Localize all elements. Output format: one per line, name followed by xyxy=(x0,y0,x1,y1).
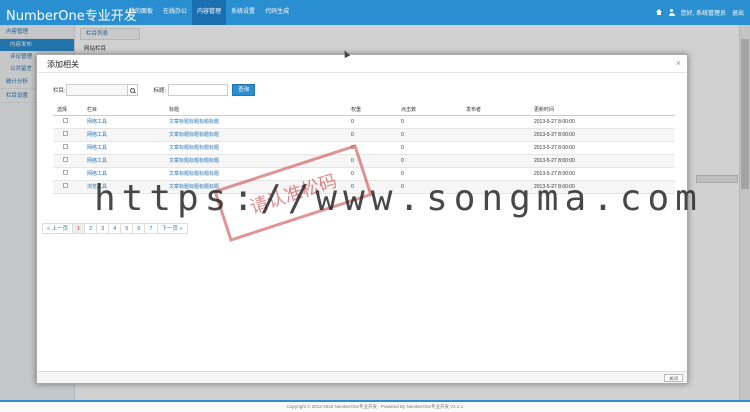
row-weight: 0 xyxy=(351,118,354,125)
row-updated-cell: 2013-5-27 8:00:00 xyxy=(530,141,675,155)
row-publisher-cell xyxy=(462,141,530,155)
nav-content-management[interactable]: 内容管理 xyxy=(192,0,227,25)
dialog-title: 添加相关 xyxy=(47,60,79,69)
row-title-link[interactable]: 文章标题标题标题标题 xyxy=(169,145,219,151)
pager-prev[interactable]: « 上一页 xyxy=(42,223,74,234)
table-row[interactable]: 网络工具 文章标题标题标题标题 0 0 2013-5-27 8:00:00 xyxy=(53,141,675,155)
nav-my-panel[interactable]: 我的面板 xyxy=(124,0,158,25)
select-checkbox[interactable] xyxy=(63,157,68,162)
select-checkbox[interactable] xyxy=(63,183,68,188)
row-title-cell: 文章标题标题标题标题 xyxy=(165,141,347,155)
select-checkbox-cell xyxy=(53,115,83,129)
table-row[interactable]: 网络工具 文章标题标题标题标题 0 0 2013-5-27 8:00:00 xyxy=(53,154,675,168)
table-row[interactable]: 网络工具 文章标题标题标题标题 0 0 2013-5-27 8:00:00 xyxy=(53,115,675,129)
search-form: 栏目: 标题: 查询 xyxy=(53,84,256,96)
row-column-cell: 网络工具 xyxy=(83,154,165,168)
row-updated-cell: 2013-5-27 8:00:00 xyxy=(530,115,675,129)
column-label: 栏目: xyxy=(53,88,66,94)
row-updated-cell: 2013-5-27 8:00:00 xyxy=(530,128,675,142)
row-updated: 2013-5-27 8:00:00 xyxy=(534,131,575,138)
user-icon xyxy=(668,9,675,16)
row-title-cell: 文章标题标题标题标题 xyxy=(165,128,347,142)
row-title-cell: 文章标题标题标题标题 xyxy=(165,115,347,129)
search-icon[interactable] xyxy=(127,84,138,96)
col-publisher: 发布者 xyxy=(462,105,530,116)
row-title-link[interactable]: 文章标题标题标题标题 xyxy=(169,171,219,177)
watermark-url: https://www.songma.com xyxy=(94,178,703,219)
pager-next[interactable]: 下一页 » xyxy=(156,223,188,234)
top-navbar: NumberOne专业开发 我的面板 在线办公 内容管理 系统设置 代码生成 您… xyxy=(0,0,750,25)
page-footer: Copyright © 2012-2016 NumberOne专业开发 - Po… xyxy=(0,400,750,412)
nav-code-generation[interactable]: 代码生成 xyxy=(260,0,294,25)
select-checkbox[interactable] xyxy=(63,118,68,123)
row-hits-cell: 0 xyxy=(397,128,462,142)
row-hits: 0 xyxy=(401,157,404,164)
table-row[interactable]: 网络工具 文章标题标题标题标题 0 0 2013-5-27 8:00:00 xyxy=(53,128,675,142)
row-column-link[interactable]: 网络工具 xyxy=(87,132,107,138)
select-checkbox[interactable] xyxy=(63,131,68,136)
row-weight-cell: 0 xyxy=(347,115,397,129)
title-input[interactable] xyxy=(168,84,229,96)
row-column-cell: 网络工具 xyxy=(83,141,165,155)
row-updated-cell: 2013-5-27 8:00:00 xyxy=(530,154,675,168)
row-updated: 2013-5-27 8:00:00 xyxy=(534,157,575,164)
row-title-link[interactable]: 文章标题标题标题标题 xyxy=(169,132,219,138)
row-hits: 0 xyxy=(401,170,404,177)
pagination: « 上一页 1 2 3 4 5 6 7 下一页 » xyxy=(42,223,188,234)
row-weight: 0 xyxy=(351,131,354,138)
col-title: 标题 xyxy=(165,105,347,116)
row-column-cell: 网络工具 xyxy=(83,115,165,129)
row-hits-cell: 0 xyxy=(397,154,462,168)
add-related-dialog: 添加相关 × 栏目: 标题: 查询 选择 栏目 标题 权重 点击数 发布者 更新… xyxy=(36,54,688,384)
row-column-link[interactable]: 网络工具 xyxy=(87,171,107,177)
close-button[interactable]: 关闭 xyxy=(664,374,683,382)
row-publisher-cell xyxy=(462,154,530,168)
select-checkbox-cell xyxy=(53,154,83,168)
row-title-link[interactable]: 文章标题标题标题标题 xyxy=(169,158,219,164)
row-column-link[interactable]: 网络工具 xyxy=(87,145,107,151)
row-column-link[interactable]: 网络工具 xyxy=(87,158,107,164)
row-hits: 0 xyxy=(401,118,404,125)
dialog-header: 添加相关 × xyxy=(37,55,687,73)
row-weight-cell: 0 xyxy=(347,128,397,142)
col-column: 栏目 xyxy=(83,105,165,116)
table-header-row: 选择 栏目 标题 权重 点击数 发布者 更新时间 xyxy=(53,105,675,116)
brand-logo[interactable]: NumberOne专业开发 xyxy=(6,5,137,24)
select-checkbox-cell xyxy=(53,167,83,181)
nav-online-office[interactable]: 在线办公 xyxy=(158,0,192,25)
select-checkbox[interactable] xyxy=(63,144,68,149)
row-column-cell: 网络工具 xyxy=(83,128,165,142)
select-checkbox-cell xyxy=(53,141,83,155)
col-updated: 更新时间 xyxy=(530,105,675,116)
home-icon[interactable] xyxy=(655,9,663,16)
select-checkbox-cell xyxy=(53,180,83,194)
nav-system-settings[interactable]: 系统设置 xyxy=(226,0,260,25)
col-select: 选择 xyxy=(53,105,83,116)
row-column-link[interactable]: 网络工具 xyxy=(87,119,107,125)
row-title-link[interactable]: 文章标题标题标题标题 xyxy=(169,119,219,125)
col-hits: 点击数 xyxy=(397,105,462,116)
title-label: 标题: xyxy=(153,88,167,94)
row-publisher-cell xyxy=(462,115,530,129)
row-updated: 2013-5-27 8:00:00 xyxy=(534,144,575,151)
dialog-footer: 关闭 xyxy=(37,371,687,383)
user-greeting[interactable]: 您好, 系统管理员 xyxy=(681,8,726,17)
close-icon[interactable]: × xyxy=(676,58,681,68)
top-right-tools: 您好, 系统管理员 退出 xyxy=(655,0,744,25)
logout-link[interactable]: 退出 xyxy=(732,8,744,17)
row-updated: 2013-5-27 8:00:00 xyxy=(534,170,575,177)
row-publisher-cell xyxy=(462,128,530,142)
query-button[interactable]: 查询 xyxy=(232,84,256,96)
row-hits-cell: 0 xyxy=(397,141,462,155)
select-checkbox-cell xyxy=(53,128,83,142)
row-hits: 0 xyxy=(401,144,404,151)
row-hits: 0 xyxy=(401,131,404,138)
main-nav: 我的面板 在线办公 内容管理 系统设置 代码生成 xyxy=(124,0,294,25)
column-input[interactable] xyxy=(65,84,128,96)
row-updated: 2013-5-27 8:00:00 xyxy=(534,118,575,125)
col-weight: 权重 xyxy=(347,105,397,116)
select-checkbox[interactable] xyxy=(63,170,68,175)
row-hits-cell: 0 xyxy=(397,115,462,129)
